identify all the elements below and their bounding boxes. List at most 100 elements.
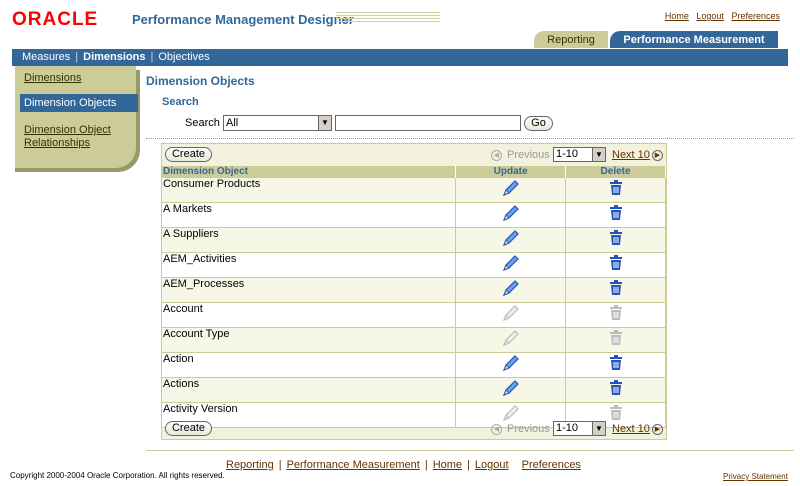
page-title: Dimension Objects <box>146 74 255 88</box>
trash-icon[interactable] <box>609 280 623 299</box>
edit-pencil-icon[interactable] <box>501 355 521 376</box>
footer-link-logout[interactable]: Logout <box>475 459 509 471</box>
edit-pencil-icon[interactable] <box>501 280 521 301</box>
subtab-measures[interactable]: Measures <box>22 51 70 63</box>
delete-cell <box>565 178 666 203</box>
update-cell <box>455 202 567 228</box>
subtab-bar: Measures | Dimensions | Objectives <box>12 49 788 66</box>
edit-pencil-icon[interactable] <box>501 255 521 276</box>
delete-cell <box>565 302 666 328</box>
edit-pencil-icon[interactable] <box>501 180 521 201</box>
delete-cell <box>565 352 666 378</box>
trash-icon[interactable] <box>609 255 623 274</box>
table-row: A Suppliers <box>162 227 666 253</box>
delete-cell <box>565 227 666 253</box>
table-row: AEM_Activities <box>162 252 666 278</box>
footer-link-home[interactable]: Home <box>433 459 462 471</box>
search-select-value: All <box>226 117 239 129</box>
go-button[interactable]: Go <box>524 116 553 131</box>
trash-icon[interactable] <box>609 230 623 249</box>
table-row: Account <box>162 302 666 328</box>
logout-link[interactable]: Logout <box>696 11 724 21</box>
next-link[interactable]: Next 10 <box>612 149 650 161</box>
sidenav-item-dimension-object-relationships[interactable]: Dimension Object Relationships <box>24 124 111 150</box>
previous-icon: ◀ <box>491 150 502 161</box>
preferences-link[interactable]: Preferences <box>731 11 780 21</box>
footer-divider <box>146 450 794 451</box>
footer-link-preferences[interactable]: Preferences <box>522 459 581 471</box>
edit-pencil-icon[interactable] <box>501 380 521 401</box>
delete-cell <box>565 327 666 353</box>
dimension-object-name: A Markets <box>162 202 457 228</box>
table-row: AEM_Processes <box>162 277 666 303</box>
update-cell <box>455 302 567 328</box>
update-cell <box>455 227 567 253</box>
edit-pencil-disabled-icon <box>501 305 521 326</box>
trash-disabled-icon <box>609 305 623 324</box>
create-button[interactable]: Create <box>165 147 212 162</box>
next-link-bottom[interactable]: Next 10 <box>612 423 650 435</box>
column-header-delete: Delete <box>565 166 666 178</box>
update-cell <box>455 377 567 403</box>
subtab-objectives[interactable]: Objectives <box>158 51 209 63</box>
previous-icon: ◀ <box>491 424 502 435</box>
table-row: Account Type <box>162 327 666 353</box>
range-select-value: 1-10 <box>556 422 579 434</box>
update-cell <box>455 277 567 303</box>
dimension-object-name: AEM_Activities <box>162 252 457 278</box>
tab-performance-measurement[interactable]: Performance Measurement <box>610 31 778 48</box>
range-select-bottom[interactable]: 1-10 ▼ <box>553 421 606 436</box>
delete-cell <box>565 277 666 303</box>
chevron-down-icon[interactable]: ▼ <box>318 116 331 130</box>
oracle-logo: ORACLE <box>12 9 99 30</box>
trash-icon[interactable] <box>609 205 623 224</box>
dimension-objects-table: Dimension Object Update Delete Consumer … <box>162 166 666 428</box>
update-cell <box>455 352 567 378</box>
footer-link-reporting[interactable]: Reporting <box>226 459 274 471</box>
privacy-statement-link[interactable]: Privacy Statement <box>723 472 788 481</box>
sidenav-item-label-line2: Relationships <box>24 137 91 149</box>
next-icon[interactable]: ▶ <box>652 150 663 161</box>
table-row: A Markets <box>162 202 666 228</box>
range-select[interactable]: 1-10 ▼ <box>553 147 606 162</box>
side-navigation: Dimensions Dimension Objects Dimension O… <box>15 66 138 168</box>
chevron-down-icon[interactable]: ▼ <box>592 148 605 161</box>
search-input[interactable] <box>335 115 521 131</box>
trash-disabled-icon <box>609 330 623 349</box>
sidenav-item-dimension-objects[interactable]: Dimension Objects <box>20 94 138 112</box>
edit-pencil-disabled-icon <box>501 330 521 351</box>
dimension-object-name: Consumer Products <box>162 178 457 203</box>
app-title: Performance Management Designer <box>132 12 354 27</box>
edit-pencil-icon[interactable] <box>501 205 521 226</box>
search-attribute-select[interactable]: All ▼ <box>223 115 332 131</box>
column-header-update: Update <box>455 166 567 178</box>
dimension-object-name: Actions <box>162 377 457 403</box>
trash-icon[interactable] <box>609 380 623 399</box>
chevron-down-icon[interactable]: ▼ <box>592 422 605 435</box>
dimension-object-name: Account Type <box>162 327 457 353</box>
dimension-object-name: A Suppliers <box>162 227 457 253</box>
edit-pencil-icon[interactable] <box>501 230 521 251</box>
delete-cell <box>565 202 666 228</box>
update-cell <box>455 178 567 203</box>
update-cell <box>455 252 567 278</box>
home-link[interactable]: Home <box>665 11 689 21</box>
divider <box>146 138 794 139</box>
footer-link-performance-measurement[interactable]: Performance Measurement <box>287 459 420 471</box>
subtab-dimensions[interactable]: Dimensions <box>83 51 145 63</box>
delete-cell <box>565 252 666 278</box>
create-button-bottom[interactable]: Create <box>165 421 212 436</box>
table-row: Consumer Products <box>162 178 666 203</box>
trash-icon[interactable] <box>609 180 623 199</box>
previous-link-bottom: Previous <box>507 423 550 435</box>
delete-cell <box>565 377 666 403</box>
tab-reporting[interactable]: Reporting <box>534 31 608 48</box>
decorative-lines <box>336 12 440 24</box>
table-header-row: Dimension Object Update Delete <box>162 166 666 178</box>
next-icon[interactable]: ▶ <box>652 424 663 435</box>
table-row: Actions <box>162 377 666 403</box>
sidenav-item-dimensions[interactable]: Dimensions <box>24 72 81 85</box>
sidenav-item-label-line1: Dimension Object <box>24 124 111 136</box>
column-header-dimension-object[interactable]: Dimension Object <box>162 166 457 178</box>
trash-icon[interactable] <box>609 355 623 374</box>
